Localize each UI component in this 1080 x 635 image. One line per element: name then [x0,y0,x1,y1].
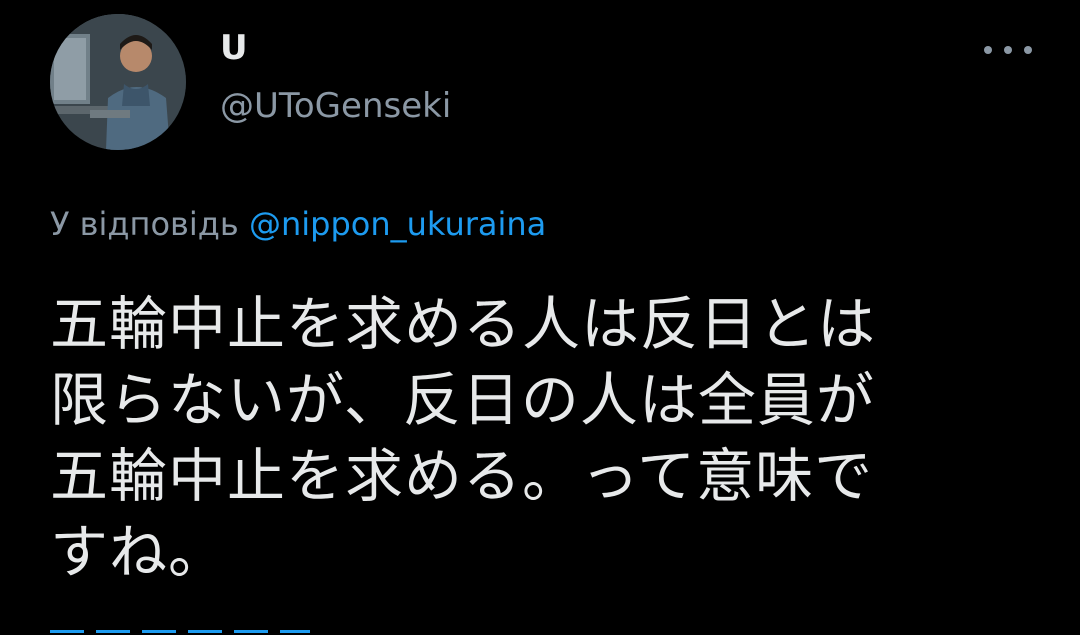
more-horizontal-icon-dot [1024,46,1032,54]
user-handle[interactable]: @UToGenseki [220,86,451,126]
profile-photo-icon [50,14,186,150]
reply-prefix: У відповідь [50,205,239,243]
more-options-button[interactable] [984,36,1032,64]
more-horizontal-icon [984,46,992,54]
reply-context: У відповідь @nippon_ukuraina [50,204,546,244]
translate-link-fragment [50,630,310,633]
tweet-text: 五輪中止を求める人は反日とは 限らないが、反日の人は全員が 五輪中止を求める。っ… [50,286,1000,590]
tweet-text-line: 五輪中止を求める。って意味で [50,442,874,510]
reply-mention-link[interactable]: @nippon_ukuraina [249,205,546,243]
tweet-text-line: すね。 [50,518,228,586]
avatar[interactable] [50,14,186,150]
translate-link-cutoff[interactable] [50,625,320,635]
tweet-text-line: 五輪中止を求める人は反日とは [50,290,877,358]
more-horizontal-icon-dot [1004,46,1012,54]
tweet-text-line: 限らないが、反日の人は全員が [50,366,875,434]
display-name[interactable]: U [220,28,248,68]
